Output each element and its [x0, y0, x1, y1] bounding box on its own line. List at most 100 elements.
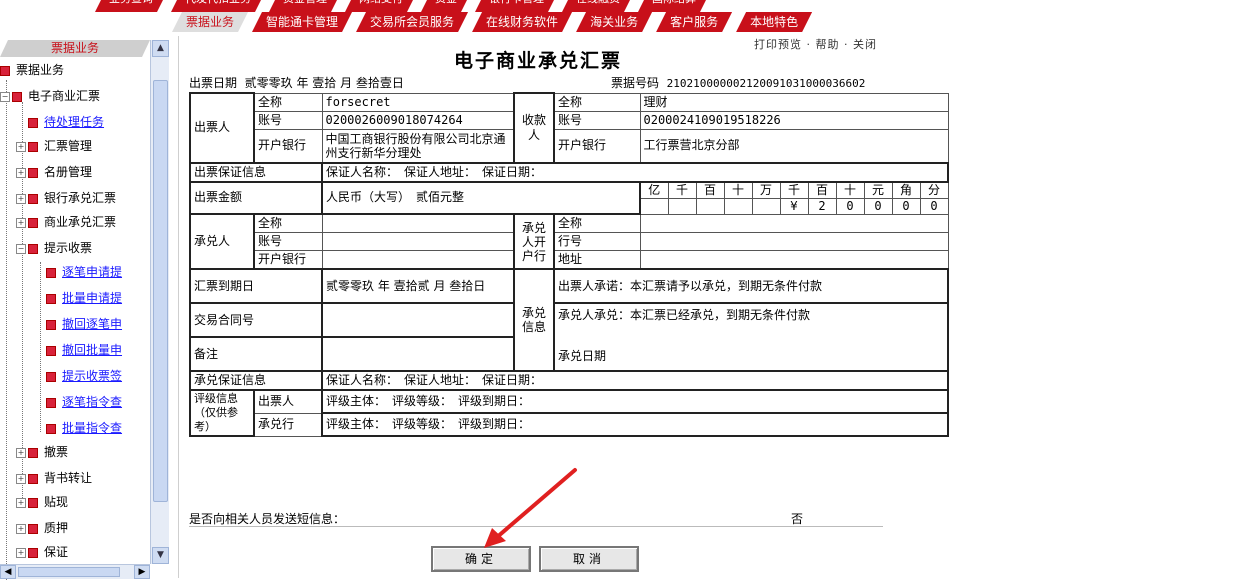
- tree-item[interactable]: 批量指令查: [46, 418, 122, 438]
- page-icon: [46, 345, 56, 356]
- tree-item[interactable]: 提示收票签: [46, 366, 122, 386]
- tree-item[interactable]: − 提示收票: [16, 238, 92, 258]
- acceptor-account-value: [321, 232, 515, 251]
- page-icon: [46, 319, 56, 330]
- nav-tab[interactable]: 本地特色: [736, 12, 812, 32]
- due-date-label: 汇票到期日: [189, 268, 323, 304]
- tree-item[interactable]: + 汇票管理: [16, 136, 92, 156]
- tree-item[interactable]: + 背书转让: [16, 468, 92, 488]
- bill-number: 票据号码 210210000002120091031000036602: [611, 74, 865, 91]
- folder-icon: [0, 65, 10, 76]
- tree-item[interactable]: 撤回逐笔申: [46, 314, 122, 334]
- nav-tab[interactable]: 业务查询: [95, 0, 167, 12]
- issue-date-value: 贰零零玖 年 壹拾 月 叁拾壹日: [244, 76, 404, 90]
- sidebar-vertical-scrollbar[interactable]: ▲ ▼: [150, 40, 169, 564]
- rating-label: 评级信息（仅供参考）: [189, 389, 255, 437]
- tree-item[interactable]: + 银行承兑汇票: [16, 188, 116, 208]
- tree-item[interactable]: 待处理任务: [28, 112, 104, 132]
- collapse-icon[interactable]: −: [16, 243, 26, 254]
- tree-item[interactable]: + 质押: [16, 518, 68, 538]
- tree-item[interactable]: 批量申请提: [46, 288, 122, 308]
- tree-item[interactable]: 逐笔申请提: [46, 262, 122, 282]
- drawer-account-label: 账号: [253, 110, 323, 130]
- tree-item[interactable]: + 保证: [16, 542, 68, 562]
- expand-icon[interactable]: +: [16, 547, 26, 558]
- folder-icon: [28, 547, 38, 558]
- scroll-right-icon[interactable]: ▶: [134, 565, 150, 579]
- expand-icon[interactable]: +: [16, 141, 26, 152]
- amount-digit: [639, 197, 669, 215]
- tree-item[interactable]: + 撤票: [16, 442, 68, 462]
- tree-item[interactable]: 票据业务: [0, 60, 64, 80]
- rating-drawer-label: 出票人: [253, 389, 323, 414]
- tree-item[interactable]: 逐笔指令查: [46, 392, 122, 412]
- folder-icon: [28, 167, 38, 178]
- acceptor-bank-row-value: [639, 250, 949, 270]
- scroll-up-icon[interactable]: ▲: [152, 40, 169, 57]
- amount-digit: 0: [919, 197, 949, 215]
- drawer-bank-value: 中国工商银行股份有限公司北京通州支行新华分理处: [321, 128, 515, 163]
- folder-icon: [28, 217, 38, 228]
- rating-acceptor-label: 承兑行: [253, 412, 323, 437]
- confirm-button[interactable]: 确定: [431, 546, 531, 572]
- tree-item[interactable]: 撤回批量申: [46, 340, 122, 360]
- amount-digit: [695, 197, 725, 215]
- drawer-account-value: 0200026009018074264: [321, 110, 515, 130]
- sidebar: 票据业务 票据业务 − 电子商业汇票 待处理任务 + 汇票管理 + 名册管理 + 银行承…: [0, 40, 170, 580]
- nav-tab[interactable]: 智能通卡管理: [252, 12, 352, 32]
- amount-digit: [667, 197, 697, 215]
- nav-tab[interactable]: 银行卡管理: [475, 0, 558, 12]
- expand-icon[interactable]: +: [16, 193, 26, 204]
- tree-item[interactable]: + 名册管理: [16, 162, 92, 182]
- cancel-button[interactable]: 取消: [539, 546, 639, 572]
- acceptor-bank-label: 开户银行: [253, 250, 323, 270]
- amount-label: 出票金额: [189, 180, 323, 215]
- scroll-left-icon[interactable]: ◀: [0, 565, 16, 579]
- nav-tab[interactable]: 客户服务: [656, 12, 732, 32]
- nav-tab[interactable]: 交易所会员服务: [356, 12, 468, 32]
- nav-tab[interactable]: 海关业务: [576, 12, 652, 32]
- payee-name-value: 理财: [639, 92, 949, 112]
- expand-icon[interactable]: +: [16, 217, 26, 228]
- amount-unit: 千: [667, 181, 697, 199]
- top-nav-row1: 业务查询 代发代扣业务 资金管理 网络支付 资金 银行卡管理 在线融资 国际结算: [95, 0, 714, 12]
- scroll-thumb[interactable]: [153, 80, 168, 502]
- acceptor-bank-row-value: [639, 213, 949, 233]
- drawer-name-value: forsecret: [321, 92, 515, 112]
- acceptor-bank-value: [321, 250, 515, 270]
- collapse-icon[interactable]: −: [0, 91, 10, 102]
- amount-unit: 亿: [639, 181, 669, 199]
- bill-number-value: 210210000002120091031000036602: [666, 77, 866, 90]
- nav-tab[interactable]: 网络支付: [345, 0, 417, 12]
- drawer-guarantee-label: 出票保证信息: [189, 161, 323, 183]
- tree-item[interactable]: + 商业承兑汇票: [16, 212, 116, 232]
- expand-icon[interactable]: +: [16, 447, 26, 458]
- scroll-down-icon[interactable]: ▼: [152, 547, 169, 564]
- sidebar-horizontal-scrollbar[interactable]: ◀ ▶: [0, 564, 150, 579]
- nav-tab[interactable]: 资金管理: [269, 0, 341, 12]
- tree-item[interactable]: − 电子商业汇票: [0, 86, 100, 106]
- contract-label: 交易合同号: [189, 302, 323, 338]
- expand-icon[interactable]: +: [16, 167, 26, 178]
- acceptor-promise-text: 承兑人承兑：本汇票已经承兑，到期无条件付款: [558, 308, 811, 322]
- nav-tab[interactable]: 国际结算: [638, 0, 710, 12]
- scroll-thumb[interactable]: [18, 567, 120, 577]
- expand-icon[interactable]: +: [16, 497, 26, 508]
- expand-icon[interactable]: +: [16, 473, 26, 484]
- bill-table: 出票人 全称 forsecret 收款人 全称 理财 账号 0200026009…: [189, 92, 950, 437]
- tree-item[interactable]: + 贴现: [16, 492, 68, 512]
- nav-tab[interactable]: 在线财务软件: [472, 12, 572, 32]
- folder-icon: [28, 447, 38, 458]
- nav-tab-bill-business[interactable]: 票据业务: [172, 12, 248, 32]
- nav-tab[interactable]: 代发代扣业务: [171, 0, 265, 12]
- amount-digit: 0: [891, 197, 921, 215]
- acceptor-account-label: 账号: [253, 232, 323, 251]
- amount-in-words: 人民币（大写） 贰佰元整: [321, 180, 641, 215]
- expand-icon[interactable]: +: [16, 523, 26, 534]
- folder-icon: [28, 497, 38, 508]
- payee-bank-label: 开户银行: [553, 128, 641, 163]
- issue-date: 出票日期 贰零零玖 年 壹拾 月 叁拾壹日: [189, 74, 404, 91]
- nav-tab[interactable]: 在线融资: [562, 0, 634, 12]
- nav-tab[interactable]: 资金: [421, 0, 471, 12]
- bill-number-label: 票据号码: [611, 76, 660, 90]
